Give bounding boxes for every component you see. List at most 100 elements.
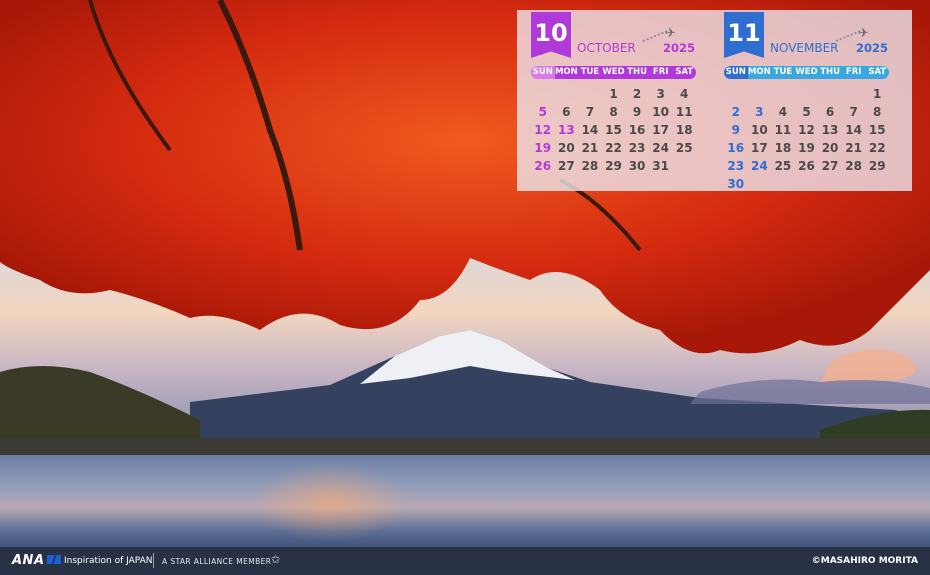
day-cell: 10: [751, 123, 768, 137]
airplane-icon: ✈: [858, 26, 869, 41]
day-cell: 11: [675, 105, 693, 119]
weekday-tue: TUE: [580, 67, 600, 77]
day-cell: 3: [656, 87, 665, 101]
weekday-header: SUN MON TUE WED THU FRI SAT: [724, 66, 889, 79]
weekday-header: SUN MON TUE WED THU FRI SAT: [531, 66, 696, 79]
day-cell: 23: [727, 159, 745, 173]
day-cell: 22: [605, 141, 622, 155]
day-cell: 6: [825, 105, 835, 119]
day-cell: 4: [778, 105, 788, 119]
divider: [153, 553, 154, 568]
ana-logo[interactable]: ANA: [12, 553, 61, 568]
empty-cell: [724, 85, 748, 103]
empty-cell: [795, 85, 819, 103]
day-cell: 9: [731, 123, 740, 137]
copyright: ©MASAHIRO MORITA: [811, 556, 918, 566]
day-cell: 30: [727, 177, 745, 191]
month-number: 10: [531, 12, 571, 58]
weekday-fri: FRI: [845, 67, 862, 77]
day-cell: 25: [675, 141, 693, 155]
month-november: 11 NOVEMBER ✈ 2025 SUN MON TUE WED THU FRI SAT…: [710, 10, 900, 191]
day-cell: 3: [755, 105, 764, 119]
month-name: NOVEMBER: [770, 41, 839, 55]
day-cell: 21: [845, 141, 862, 155]
brand-name: ANA: [12, 553, 45, 568]
day-cell: 22: [868, 141, 886, 155]
weekday-mon: MON: [747, 67, 771, 77]
weekday-wed: WED: [795, 67, 818, 77]
day-cell: 17: [652, 123, 669, 137]
empty-cell: [748, 85, 772, 103]
empty-cell: [531, 85, 555, 103]
day-cell: 19: [534, 141, 552, 155]
airplane-icon: ✈: [665, 26, 676, 41]
day-cell: 29: [605, 159, 622, 173]
day-cell: 13: [558, 123, 575, 137]
day-cell: 24: [751, 159, 768, 173]
day-cell: 19: [798, 141, 815, 155]
day-cell: 13: [821, 123, 839, 137]
day-grid: 1 2 3 4 5 6 7 8 9 10 11 12 13 14 15 16 17 18 19 20 21 22 23 24 2…: [724, 85, 889, 193]
day-cell: 24: [652, 141, 669, 155]
calendar-panel: 10 OCTOBER ✈ 2025 SUN MON TUE WED THU FRI SAT …: [517, 10, 912, 191]
day-cell: 20: [558, 141, 575, 155]
day-cell: 12: [534, 123, 552, 137]
day-cell: 1: [609, 87, 618, 101]
day-cell: 20: [821, 141, 839, 155]
day-cell: 18: [675, 123, 693, 137]
day-cell: 16: [727, 141, 745, 155]
empty-cell: [818, 85, 842, 103]
month-name: OCTOBER: [577, 41, 636, 55]
empty-cell: [578, 85, 602, 103]
day-cell: 26: [534, 159, 552, 173]
day-cell: 1: [873, 87, 882, 101]
ana-slash-icon: [46, 555, 61, 564]
day-cell: 27: [821, 159, 839, 173]
day-cell: 12: [798, 123, 815, 137]
day-cell: 14: [845, 123, 862, 137]
month-year: 2025: [856, 41, 889, 55]
day-cell: 7: [849, 105, 858, 119]
day-cell: 8: [609, 105, 618, 119]
weekday-wed: WED: [602, 67, 625, 77]
day-cell: 11: [774, 123, 792, 137]
day-cell: 8: [873, 105, 882, 119]
day-grid: 1 2 3 4 5 6 7 8 9 10 11 12 13 14 15 16 17 18 19 20 21 22 23 24 2…: [531, 85, 696, 175]
day-cell: 16: [628, 123, 646, 137]
alliance-text: A STAR ALLIANCE MEMBER: [162, 557, 272, 566]
weekday-sun: SUN: [724, 66, 748, 79]
weekday-thu: THU: [820, 67, 841, 77]
day-cell: 31: [652, 159, 669, 173]
day-cell: 2: [731, 105, 740, 119]
month-year: 2025: [663, 41, 696, 55]
day-cell: 23: [628, 141, 646, 155]
day-cell: 5: [802, 105, 811, 119]
day-cell: 6: [562, 105, 571, 119]
empty-cell: [842, 85, 866, 103]
weekday-fri: FRI: [652, 67, 669, 77]
day-cell: 15: [868, 123, 886, 137]
day-cell: 4: [680, 87, 689, 101]
day-cell: 25: [774, 159, 792, 173]
empty-cell: [771, 85, 795, 103]
day-cell: 17: [751, 141, 768, 155]
day-cell: 7: [585, 105, 595, 119]
weekday-tue: TUE: [773, 67, 793, 77]
month-number: 11: [724, 12, 764, 58]
day-cell: 10: [652, 105, 669, 119]
weekday-thu: THU: [627, 67, 648, 77]
day-cell: 5: [538, 105, 547, 119]
day-cell: 21: [581, 141, 599, 155]
month-october: 10 OCTOBER ✈ 2025 SUN MON TUE WED THU FRI SAT …: [517, 10, 707, 191]
day-cell: 2: [632, 87, 642, 101]
day-cell: 28: [581, 159, 599, 173]
star-alliance-icon: ✩: [271, 553, 281, 566]
weekday-sun: SUN: [531, 66, 555, 79]
tagline: Inspiration of JAPAN: [64, 556, 153, 566]
weekday-sat: SAT: [675, 67, 694, 77]
day-cell: 9: [632, 105, 642, 119]
day-cell: 26: [798, 159, 815, 173]
weekday-sat: SAT: [868, 67, 887, 77]
day-cell: 28: [845, 159, 862, 173]
day-cell: 18: [774, 141, 792, 155]
